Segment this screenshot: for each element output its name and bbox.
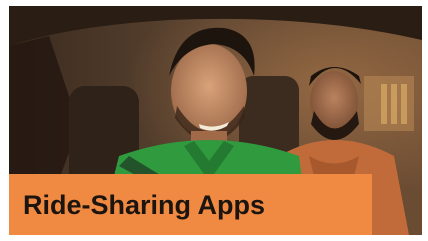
card-title-bar[interactable]: Ride-Sharing Apps — [9, 174, 372, 235]
card-title: Ride-Sharing Apps — [23, 190, 266, 220]
